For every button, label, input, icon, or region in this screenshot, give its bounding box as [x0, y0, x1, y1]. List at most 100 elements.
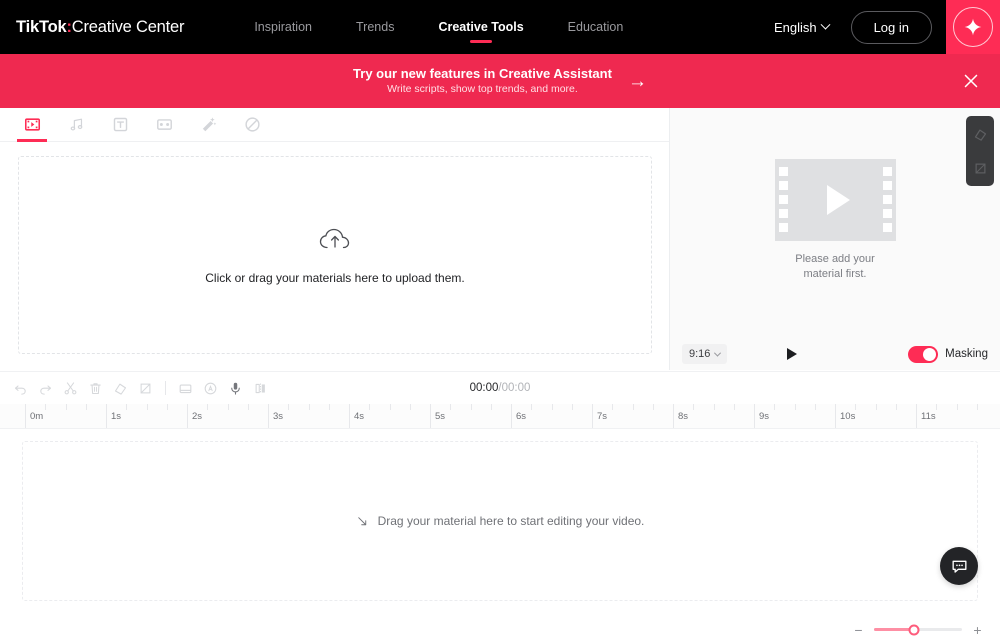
nav-item-trends[interactable]: Trends [334, 0, 416, 54]
creative-assistant-button[interactable] [946, 0, 1000, 54]
ruler-minor-tick [146, 404, 148, 410]
ruler-tick-label: 5s [435, 411, 446, 422]
media-tab-text[interactable] [98, 108, 142, 142]
crop-icon[interactable] [968, 156, 992, 180]
video-placeholder-icon [774, 158, 896, 241]
ruler-major-tick [592, 404, 593, 428]
eraser-button[interactable] [108, 376, 133, 401]
timeline-dropzone[interactable]: Drag your material here to start editing… [22, 441, 978, 601]
upload-dropzone[interactable]: Click or drag your materials here to upl… [18, 156, 652, 354]
microphone-button[interactable] [223, 376, 248, 401]
ruler-major-tick [430, 404, 431, 428]
language-selector[interactable]: English [774, 19, 831, 35]
brand-logo[interactable]: TikTok:Creative Center [16, 17, 185, 37]
toolbar-divider [165, 381, 166, 395]
arrow-right-icon[interactable]: → [628, 72, 647, 91]
film-hole [882, 208, 892, 218]
microphone-icon [231, 382, 240, 395]
auto-caption-button[interactable] [198, 376, 223, 401]
zoom-in-button[interactable]: + [971, 622, 984, 638]
timeline-dropzone-label: Drag your material here to start editing… [377, 514, 645, 528]
preview-side-toolbar [966, 116, 994, 186]
timeline-zoom-bar: − + [0, 615, 1000, 644]
ruler-minor-tick [713, 404, 715, 410]
play-button[interactable] [787, 348, 797, 360]
ruler-major-tick [187, 404, 188, 428]
scissors-icon [64, 381, 77, 394]
nav-label-creative-tools: Creative Tools [438, 20, 524, 34]
ruler-minor-tick [227, 404, 229, 410]
media-tab-sticker[interactable] [142, 108, 186, 142]
media-tab-video[interactable] [10, 108, 54, 142]
brand-name: TikTok [16, 17, 67, 36]
ruler-minor-tick [490, 404, 492, 410]
ruler-minor-tick [531, 404, 533, 410]
ruler-minor-tick [45, 404, 47, 410]
promo-banner[interactable]: Try our new features in Creative Assista… [0, 54, 1000, 108]
zoom-out-button[interactable]: − [852, 622, 865, 638]
chevron-down-icon [820, 19, 831, 30]
zoom-slider-handle[interactable] [908, 624, 920, 635]
trash-icon [90, 382, 101, 394]
crop-icon [140, 383, 151, 393]
media-tab-effects[interactable] [186, 108, 230, 142]
nav-item-education[interactable]: Education [546, 0, 646, 54]
nav-label-inspiration: Inspiration [254, 20, 312, 34]
undo-button[interactable] [8, 376, 33, 401]
split-button[interactable] [173, 376, 198, 401]
ruler-minor-tick [247, 404, 249, 410]
timeline-ruler[interactable]: 0m 1s 2s 3s 4s 5s 6s 7s 8s 9s 10s 11s [0, 404, 1000, 429]
film-strip-right [879, 159, 896, 241]
cut-button[interactable] [58, 376, 83, 401]
ruler-minor-tick [814, 404, 816, 410]
ruler-tick-label: 8s [678, 411, 689, 422]
film-hole [778, 167, 788, 177]
auto-caption-icon [204, 382, 217, 394]
mirror-button[interactable] [248, 376, 273, 401]
nav-item-inspiration[interactable]: Inspiration [232, 0, 334, 54]
chat-support-button[interactable] [940, 547, 978, 585]
film-hole [778, 222, 788, 232]
ruler-tick-label: 7s [597, 411, 608, 422]
split-frame-icon [179, 384, 192, 393]
ruler-major-tick [106, 404, 107, 428]
ruler-tick-label: 11s [921, 411, 936, 422]
ruler-major-tick [268, 404, 269, 428]
ruler-minor-tick [389, 404, 391, 410]
login-button[interactable]: Log in [850, 10, 932, 44]
close-icon[interactable] [960, 70, 982, 92]
zoom-slider[interactable] [874, 624, 962, 635]
music-note-icon [70, 118, 82, 131]
masking-toggle[interactable] [908, 345, 939, 363]
magic-wand-icon [202, 117, 216, 132]
nav-item-creative-tools[interactable]: Creative Tools [416, 0, 545, 54]
site-header: TikTok:Creative Center Inspiration Trend… [0, 0, 1000, 54]
ruler-tick-label: 2s [192, 411, 203, 422]
timeline-toolbar: 00:00/00:00 [0, 371, 1000, 404]
media-tab-audio[interactable] [54, 108, 98, 142]
media-library-panel: Click or drag your materials here to upl… [0, 108, 670, 370]
ruler-minor-tick [166, 404, 168, 410]
chat-bubble-icon [951, 560, 967, 573]
ruler-minor-tick [369, 404, 371, 410]
sticker-image-icon [156, 119, 172, 130]
film-hole [882, 222, 892, 232]
eraser-icon [114, 383, 127, 395]
media-tab-bar [0, 108, 669, 142]
crop-button[interactable] [133, 376, 158, 401]
masking-label: Masking [945, 348, 988, 360]
delete-button[interactable] [83, 376, 108, 401]
aspect-ratio-dropdown[interactable]: 9:16 [682, 344, 728, 364]
media-tab-transitions[interactable] [230, 108, 274, 142]
tiktok-creative-center-video-editor: TikTok:Creative Center Inspiration Trend… [0, 0, 1000, 644]
redo-button[interactable] [33, 376, 58, 401]
main-navigation: Inspiration Trends Creative Tools Educat… [232, 0, 645, 54]
ruler-tick-label: 10s [840, 411, 856, 422]
preview-empty-line-2: material first. [803, 267, 867, 280]
eraser-icon[interactable] [968, 122, 992, 146]
editor-top-section: Click or drag your materials here to upl… [0, 108, 1000, 370]
redo-icon [40, 384, 52, 395]
crop-glyph [975, 163, 985, 173]
ruler-minor-tick [875, 404, 877, 410]
ruler-minor-tick [733, 404, 735, 410]
